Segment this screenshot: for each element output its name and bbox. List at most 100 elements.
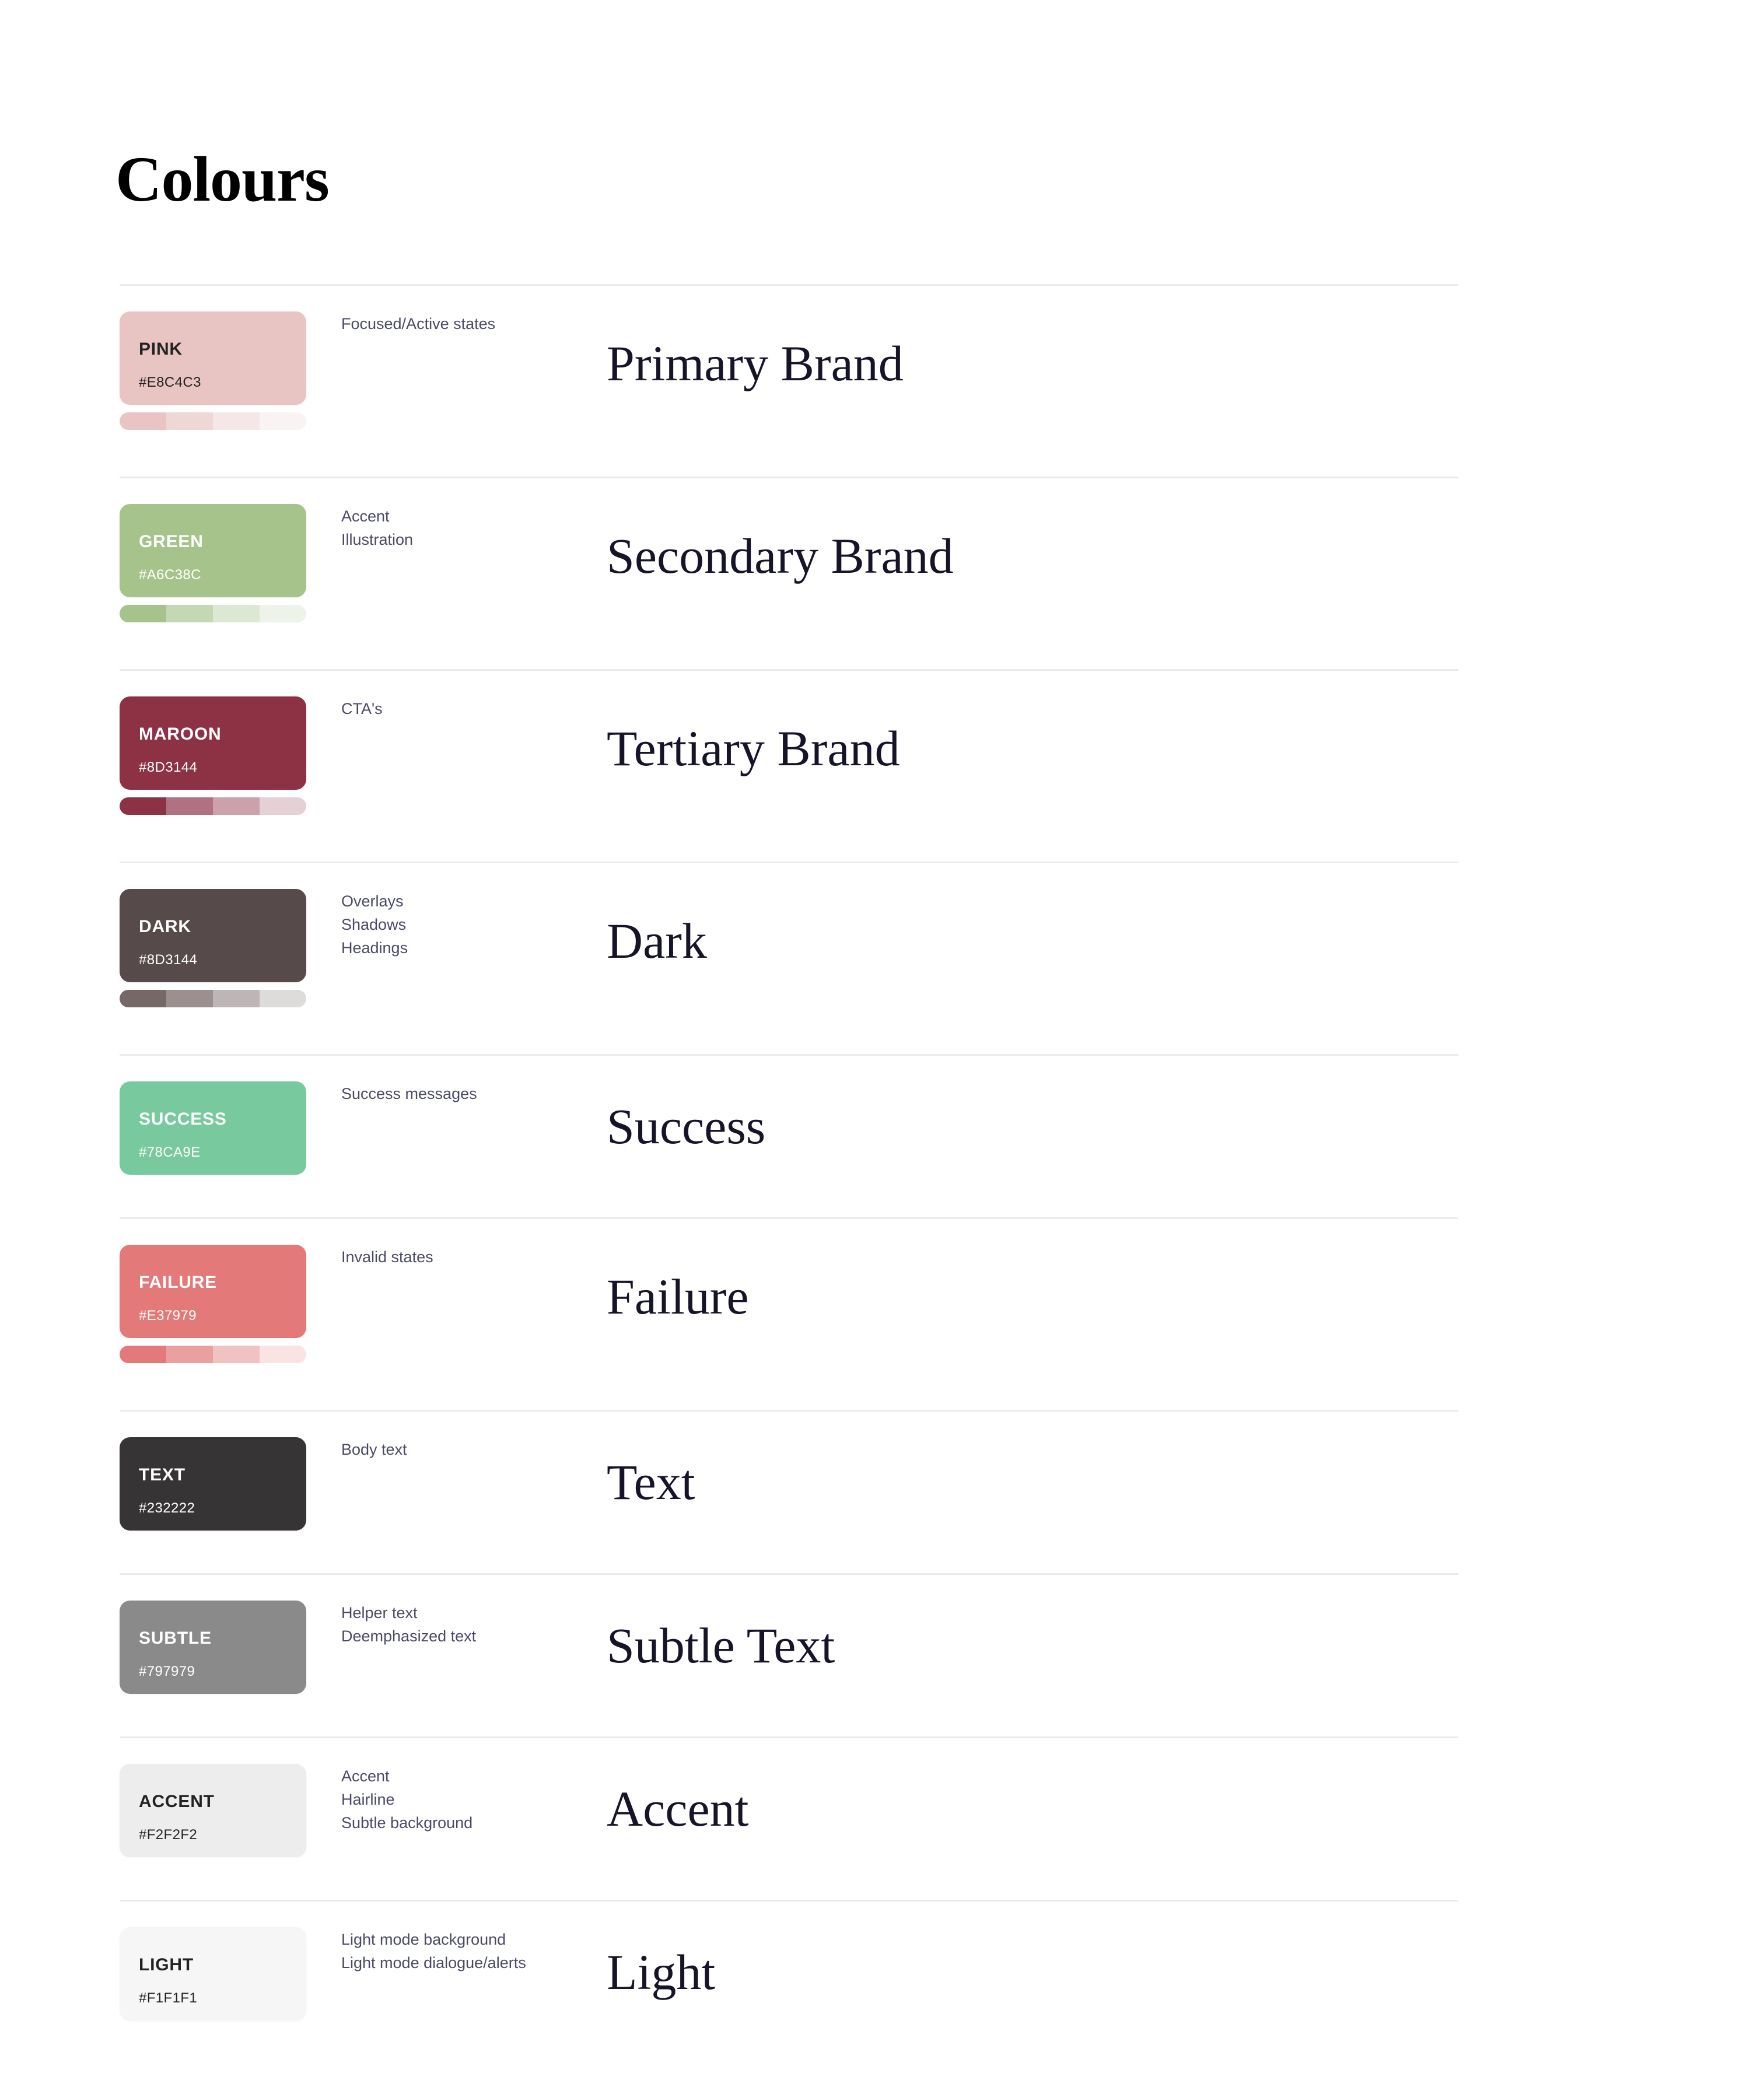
tint-scale-strip: [120, 1346, 306, 1363]
usage-label: Headings: [341, 939, 408, 957]
swatch-hex-value: #E8C4C3: [139, 374, 201, 390]
usage-column: Body text: [341, 1438, 604, 1461]
tint-segment: [166, 412, 213, 430]
swatch-hex-value: #232222: [139, 1500, 195, 1516]
display-name-column: Success: [607, 1101, 1423, 1151]
swatch-column: MAROON #8D3144: [120, 696, 306, 815]
usage-column: Accent Hairline Subtle background: [341, 1764, 604, 1834]
usage-label: Deemphasized text: [341, 1627, 477, 1645]
colour-row: ACCENT #F2F2F2 Accent Hairline Subtle backgr…: [120, 1736, 1458, 1900]
colour-swatch[interactable]: FAILURE #E37979: [120, 1245, 306, 1338]
colour-swatch[interactable]: MAROON #8D3144: [120, 696, 306, 790]
tint-segment: [166, 990, 213, 1007]
colour-swatch[interactable]: ACCENT #F2F2F2: [120, 1764, 306, 1857]
colour-row-inner: MAROON #8D3144 CTA's Tertiary Brand: [120, 671, 1458, 862]
tint-segment: [260, 990, 306, 1007]
tint-segment: [120, 412, 166, 430]
tint-segment: [213, 797, 260, 815]
tint-segment: [213, 1346, 260, 1363]
usage-column: Accent Illustration: [341, 505, 604, 551]
display-name-column: Text: [607, 1457, 1423, 1507]
swatch-label: GREEN: [139, 532, 204, 551]
usage-label: Body text: [341, 1441, 407, 1458]
swatch-hex-value: #78CA9E: [139, 1144, 201, 1160]
swatch-label: ACCENT: [139, 1792, 215, 1811]
colour-display-name: Dark: [607, 913, 707, 969]
display-name-column: Subtle Text: [607, 1620, 1423, 1671]
usage-label: Overlays: [341, 892, 404, 910]
colour-swatch[interactable]: DARK #8D3144: [120, 889, 306, 982]
colour-row: FAILURE #E37979 Invalid states Failure: [120, 1217, 1458, 1410]
colour-row: LIGHT #F1F1F1 Light mode background Light m…: [120, 1900, 1458, 2063]
swatch-hex-value: #8D3144: [139, 952, 198, 968]
swatch-hex-value: #F2F2F2: [139, 1827, 198, 1843]
usage-label: Invalid states: [341, 1248, 433, 1266]
colour-swatch[interactable]: LIGHT #F1F1F1: [120, 1927, 306, 2021]
tint-segment: [260, 797, 306, 815]
usage-label: Illustration: [341, 531, 414, 548]
colour-display-name: Tertiary Brand: [607, 720, 900, 776]
colour-row-inner: GREEN #A6C38C Accent Illustration Secondary …: [120, 478, 1458, 669]
tint-segment: [260, 605, 306, 622]
display-name-column: Light: [607, 1947, 1423, 1997]
colour-row-inner: SUBTLE #797979 Helper text Deemphasized tex…: [120, 1575, 1458, 1736]
tint-segment: [213, 412, 260, 430]
tint-scale-strip: [120, 797, 306, 815]
usage-label: CTA's: [341, 700, 383, 717]
colour-swatch[interactable]: SUBTLE #797979: [120, 1601, 306, 1694]
colour-row: TEXT #232222 Body text Text: [120, 1410, 1458, 1573]
swatch-label: LIGHT: [139, 1955, 194, 1974]
colour-swatch[interactable]: PINK #E8C4C3: [120, 311, 306, 405]
colour-row-inner: SUCCESS #78CA9E Success messages Success: [120, 1056, 1458, 1217]
tint-segment: [120, 1346, 166, 1363]
swatch-column: DARK #8D3144: [120, 889, 306, 1007]
swatch-column: SUBTLE #797979: [120, 1601, 306, 1694]
swatch-column: GREEN #A6C38C: [120, 504, 306, 622]
tint-segment: [166, 797, 213, 815]
tint-segment: [166, 1346, 213, 1363]
colour-row: DARK #8D3144 Overlays Shadows Headings Dark: [120, 862, 1458, 1054]
swatch-column: PINK #E8C4C3: [120, 311, 306, 430]
colour-display-name: Failure: [607, 1269, 749, 1325]
swatch-label: DARK: [139, 917, 191, 936]
usage-column: Invalid states: [341, 1245, 604, 1269]
usage-label: Subtle background: [341, 1814, 473, 1832]
tint-segment: [213, 605, 260, 622]
swatch-column: SUCCESS #78CA9E: [120, 1081, 306, 1175]
swatch-hex-value: #E37979: [139, 1308, 197, 1323]
colour-row-inner: FAILURE #E37979 Invalid states Failure: [120, 1219, 1458, 1410]
swatch-hex-value: #A6C38C: [139, 567, 201, 583]
usage-label: Shadows: [341, 916, 407, 933]
display-name-column: Failure: [607, 1272, 1423, 1322]
colour-display-name: Primary Brand: [607, 335, 904, 391]
colour-row-inner: TEXT #232222 Body text Text: [120, 1412, 1458, 1573]
display-name-column: Dark: [607, 916, 1423, 966]
colour-swatch[interactable]: TEXT #232222: [120, 1437, 306, 1531]
swatch-label: FAILURE: [139, 1273, 217, 1292]
swatch-column: ACCENT #F2F2F2: [120, 1764, 306, 1857]
swatch-label: SUCCESS: [139, 1109, 227, 1129]
usage-label: Accent: [341, 1767, 390, 1785]
tint-scale-strip: [120, 990, 306, 1007]
colour-display-name: Secondary Brand: [607, 528, 954, 584]
colour-row: SUCCESS #78CA9E Success messages Success: [120, 1054, 1458, 1217]
display-name-column: Primary Brand: [607, 338, 1423, 388]
page-title: Colours: [116, 143, 330, 215]
colour-display-name: Success: [607, 1098, 766, 1154]
usage-column: Light mode background Light mode dialogue…: [341, 1928, 604, 1974]
colour-row-inner: ACCENT #F2F2F2 Accent Hairline Subtle backgr…: [120, 1738, 1458, 1900]
colour-rows-list: PINK #E8C4C3 Focused/Active states Primary …: [0, 284, 1764, 2063]
swatch-label: TEXT: [139, 1465, 186, 1484]
colour-swatch[interactable]: GREEN #A6C38C: [120, 504, 306, 597]
colour-row: SUBTLE #797979 Helper text Deemphasized tex…: [120, 1573, 1458, 1736]
colour-row: GREEN #A6C38C Accent Illustration Secondary …: [120, 477, 1458, 669]
display-name-column: Tertiary Brand: [607, 723, 1423, 773]
usage-label: Success messages: [341, 1085, 477, 1102]
usage-label: Accent: [341, 507, 390, 525]
usage-column: Focused/Active states: [341, 312, 604, 335]
swatch-column: TEXT #232222: [120, 1437, 306, 1531]
swatch-column: LIGHT #F1F1F1: [120, 1927, 306, 2021]
colour-swatch[interactable]: SUCCESS #78CA9E: [120, 1081, 306, 1175]
display-name-column: Secondary Brand: [607, 531, 1423, 581]
usage-column: CTA's: [341, 697, 604, 720]
